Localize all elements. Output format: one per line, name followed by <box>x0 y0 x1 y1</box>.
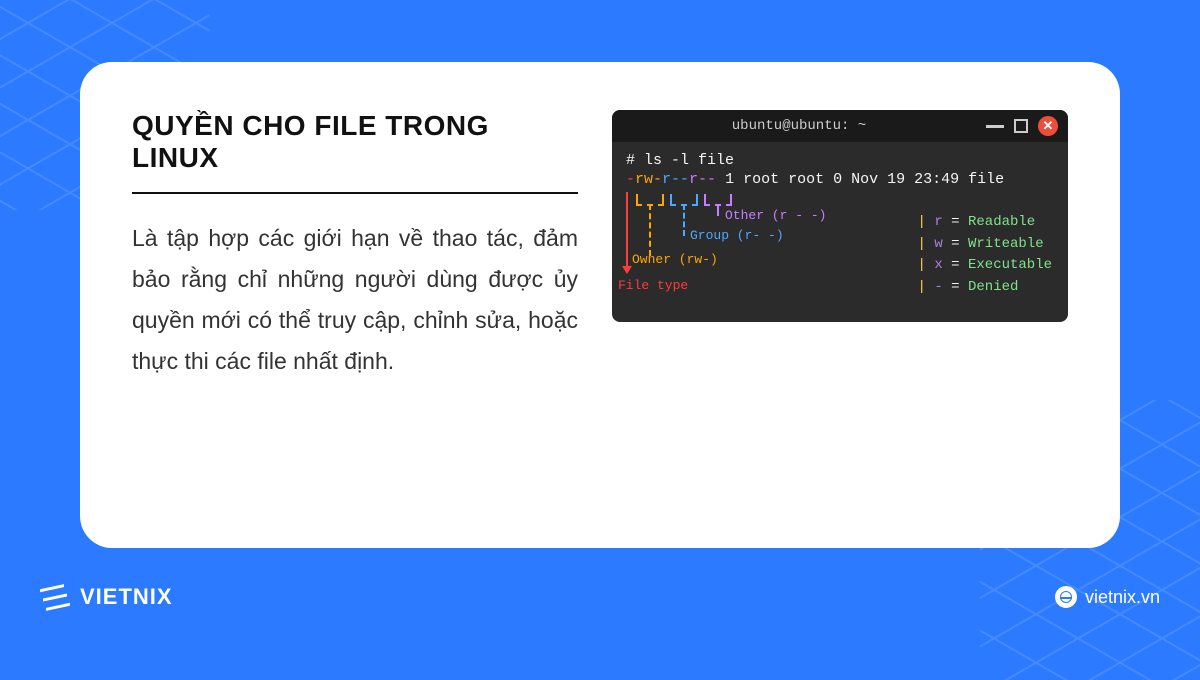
terminal-title: ubuntu@ubuntu: ~ <box>622 118 976 134</box>
legend-row: | w = Writeable <box>918 234 1052 256</box>
brand-name: VIETNIX <box>80 584 173 610</box>
other-label: Other (r - -) <box>725 208 826 223</box>
terminal-title-bar: ubuntu@ubuntu: ~ ✕ <box>612 110 1068 142</box>
other-stem-icon <box>717 204 719 216</box>
text-column: QUYỀN CHO FILE TRONG LINUX Là tập hợp cá… <box>132 110 578 500</box>
site-url: vietnix.vn <box>1085 587 1160 608</box>
terminal-command: # ls -l file <box>626 152 1054 169</box>
filetype-arrow-icon <box>626 192 628 272</box>
filetype-label: File type <box>618 278 688 293</box>
globe-icon <box>1055 586 1077 608</box>
legend-row: | x = Executable <box>918 255 1052 277</box>
legend-row: | - = Denied <box>918 277 1052 299</box>
site-link[interactable]: vietnix.vn <box>1055 586 1160 608</box>
terminal-output: -rw-r--r-- 1 root root 0 Nov 19 23:49 fi… <box>626 171 1054 188</box>
group-label: Group (r- -) <box>690 228 784 243</box>
brand: VIETNIX <box>40 582 173 612</box>
terminal-column: ubuntu@ubuntu: ~ ✕ # ls -l file -rw-r--r… <box>612 110 1068 500</box>
title-divider <box>132 192 578 194</box>
terminal-window: ubuntu@ubuntu: ~ ✕ # ls -l file -rw-r--r… <box>612 110 1068 322</box>
group-stem-icon <box>683 204 685 236</box>
minimize-icon[interactable] <box>986 125 1004 128</box>
card-title: QUYỀN CHO FILE TRONG LINUX <box>132 110 578 174</box>
footer: VIETNIX vietnix.vn <box>40 582 1160 612</box>
owner-stem-icon <box>649 204 651 256</box>
card-description: Là tập hợp các giới hạn về thao tác, đảm… <box>132 218 578 382</box>
close-icon[interactable]: ✕ <box>1038 116 1058 136</box>
owner-label: Owner (rw-) <box>632 252 718 267</box>
legend-row: | r = Readable <box>918 212 1052 234</box>
permission-legend: | r = Readable | w = Writeable | x = Exe… <box>918 212 1052 299</box>
terminal-body: # ls -l file -rw-r--r-- 1 root root 0 No… <box>612 142 1068 322</box>
content-card: QUYỀN CHO FILE TRONG LINUX Là tập hợp cá… <box>80 62 1120 548</box>
maximize-icon[interactable] <box>1014 119 1028 133</box>
brand-logo-icon <box>40 579 70 615</box>
